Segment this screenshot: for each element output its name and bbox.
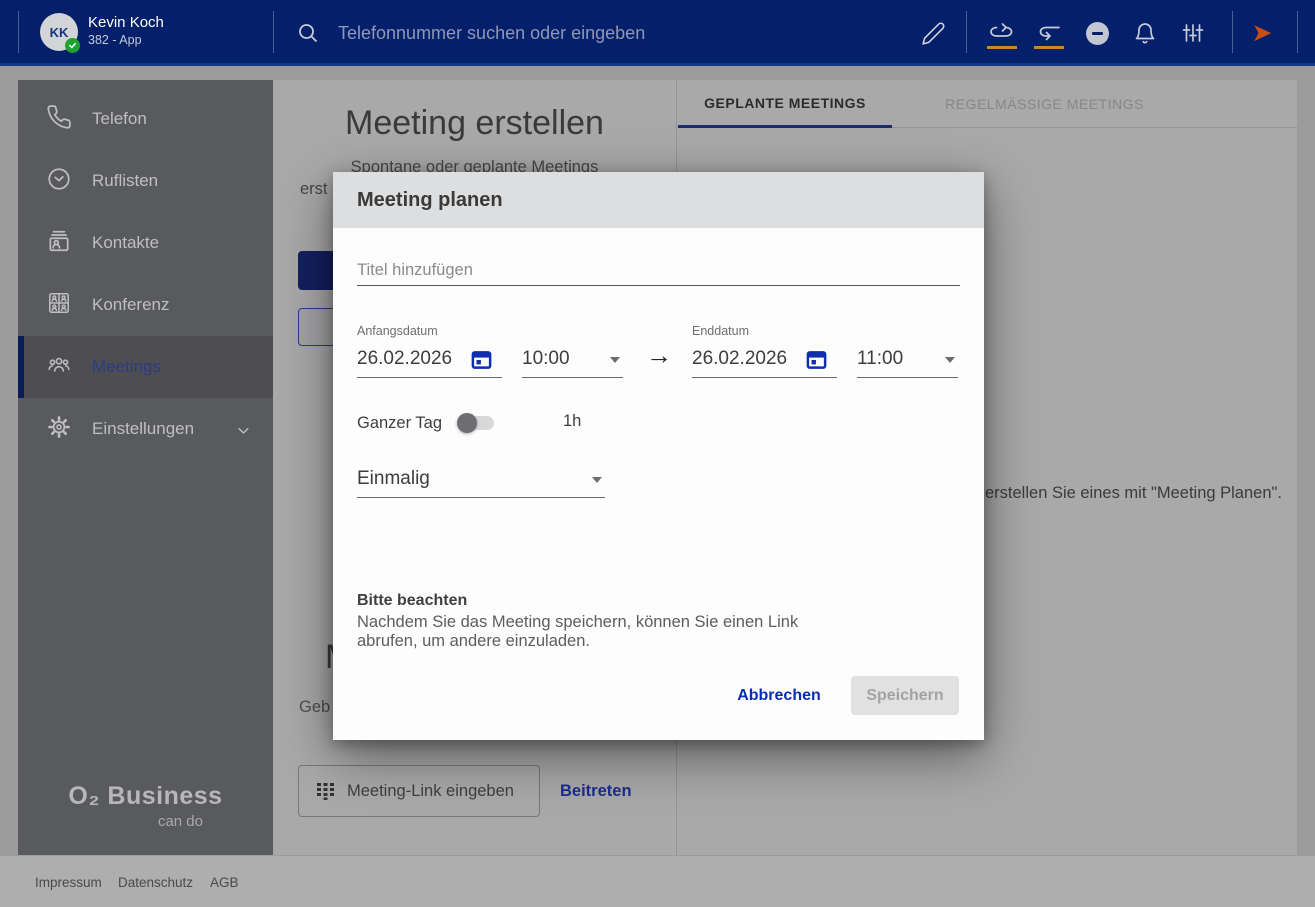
note-body: Nachdem Sie das Meeting speichern, könne… [357, 613, 812, 651]
start-date-label: Anfangsdatum [357, 324, 438, 338]
brand-logo: O₂ Business can do [18, 782, 273, 830]
divider [966, 11, 967, 53]
sidebar-item-ruflisten[interactable]: Ruflisten [18, 150, 273, 212]
start-time-field[interactable]: 10:00 [522, 344, 623, 378]
call-forward-active-underline [1034, 46, 1064, 49]
brand-tagline: can do [18, 813, 273, 830]
join-button[interactable]: Beitreten [560, 782, 632, 801]
all-day-row: Ganzer Tag [357, 410, 494, 436]
dialpad-icon [316, 783, 335, 800]
recurrence-select[interactable]: Einmalig [357, 464, 605, 498]
phone-icon [46, 104, 72, 135]
divider [1297, 11, 1298, 53]
all-day-label: Ganzer Tag [357, 414, 442, 433]
sidebar-item-label: Telefon [92, 109, 147, 129]
avatar-initials: KK [50, 25, 69, 40]
call-forward-active-underline [987, 46, 1017, 49]
sidebar-item-label: Kontakte [92, 233, 159, 253]
start-date-field[interactable]: 26.02.2026 [357, 344, 502, 378]
join-text-fragment: Geb [299, 698, 330, 717]
do-not-disturb-icon[interactable] [1083, 19, 1111, 47]
search-icon [296, 21, 320, 50]
sidebar: Telefon Ruflisten Kontakte [18, 80, 273, 855]
meeting-link-label: Meeting-Link eingeben [347, 782, 514, 801]
clock-icon [46, 166, 72, 197]
calendar-icon[interactable] [470, 348, 493, 376]
top-bar: KK Kevin Koch 382 - App [0, 0, 1315, 66]
user-name: Kevin Koch [88, 14, 164, 31]
dialog-title: Meeting planen [357, 172, 503, 228]
note-title: Bitte beachten [357, 592, 467, 610]
sidebar-item-einstellungen[interactable]: Einstellungen [18, 398, 273, 460]
dialog-header: Meeting planen [333, 172, 984, 228]
avatar[interactable]: KK [40, 13, 78, 51]
footer: Impressum Datenschutz AGB [0, 856, 1315, 907]
brand-name: O₂ Business [18, 782, 273, 811]
bell-icon[interactable] [1131, 19, 1159, 47]
end-time-value: 11:00 [857, 344, 903, 374]
sidebar-item-label: Einstellungen [92, 419, 194, 439]
sidebar-item-konferenz[interactable]: Konferenz [18, 274, 273, 336]
call-forward-loop-icon[interactable] [987, 19, 1015, 47]
presence-badge-icon [65, 38, 80, 53]
search-input[interactable] [338, 16, 768, 50]
send-icon[interactable]: ➤ [1248, 19, 1276, 47]
gear-icon [46, 414, 72, 445]
duration-value: 1h [563, 412, 581, 431]
meeting-plan-dialog: Meeting planen Anfangsdatum Enddatum 26.… [333, 172, 984, 740]
sidebar-item-meetings[interactable]: Meetings [18, 336, 273, 398]
people-icon [46, 352, 72, 383]
start-date-value: 26.02.2026 [357, 344, 461, 374]
sidebar-item-label: Konferenz [92, 295, 170, 315]
divider [18, 11, 19, 53]
all-day-toggle[interactable] [460, 416, 494, 430]
dropdown-caret-icon [592, 477, 602, 483]
end-date-value: 26.02.2026 [692, 344, 796, 374]
footer-link-agb[interactable]: AGB [210, 875, 239, 890]
end-date-label: Enddatum [692, 324, 749, 338]
tab-geplante-meetings[interactable]: GEPLANTE MEETINGS [678, 80, 892, 128]
footer-link-impressum[interactable]: Impressum [35, 875, 102, 890]
tab-regelmaessige-meetings[interactable]: REGELMÄSSIGE MEETINGS [917, 80, 1172, 128]
empty-state-text-fragment: erstellen Sie eines mit "Meeting Planen"… [985, 484, 1282, 503]
end-date-field[interactable]: 26.02.2026 [692, 344, 837, 378]
sidebar-item-label: Meetings [92, 357, 161, 377]
meeting-link-input[interactable]: Meeting-Link eingeben [298, 765, 540, 817]
dropdown-caret-icon [610, 357, 620, 363]
arrow-right-icon: → [646, 340, 672, 371]
calendar-icon[interactable] [805, 348, 828, 376]
page-title: Meeting erstellen [273, 104, 676, 143]
call-forward-redirect-icon[interactable] [1035, 19, 1063, 47]
footer-link-datenschutz[interactable]: Datenschutz [118, 875, 193, 890]
toggle-knob [457, 413, 477, 433]
dropdown-caret-icon [945, 357, 955, 363]
recurrence-value: Einmalig [357, 468, 430, 489]
sidebar-item-label: Ruflisten [92, 171, 158, 191]
start-time-value: 10:00 [522, 344, 570, 374]
meetings-tab-bar: GEPLANTE MEETINGS REGELMÄSSIGE MEETINGS [677, 80, 1297, 128]
divider [1232, 11, 1233, 53]
meeting-title-input[interactable] [357, 256, 960, 286]
contacts-icon [46, 228, 72, 259]
user-extension: 382 - App [88, 33, 142, 47]
end-time-field[interactable]: 11:00 [857, 344, 958, 378]
divider [273, 11, 274, 53]
conference-icon [46, 290, 72, 321]
sliders-icon[interactable] [1179, 19, 1207, 47]
sidebar-item-telefon[interactable]: Telefon [18, 88, 273, 150]
sidebar-item-kontakte[interactable]: Kontakte [18, 212, 273, 274]
chevron-down-icon [236, 423, 251, 443]
edit-icon[interactable] [919, 19, 947, 47]
save-button[interactable]: Speichern [851, 676, 959, 715]
cancel-button[interactable]: Abbrechen [719, 676, 839, 715]
page-subtitle-fragment: erst [300, 180, 328, 199]
